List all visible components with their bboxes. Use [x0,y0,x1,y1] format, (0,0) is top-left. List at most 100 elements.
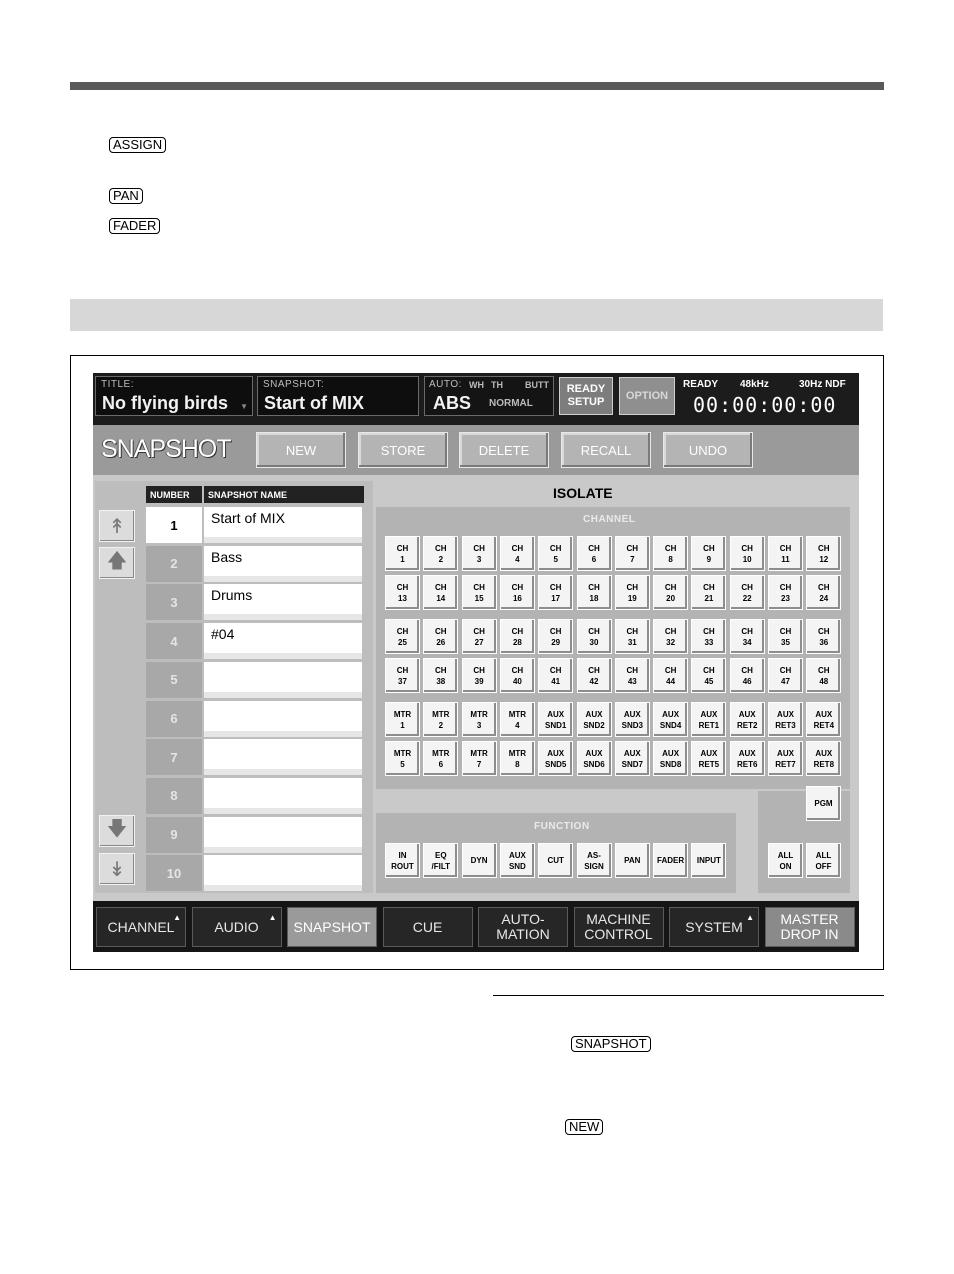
snapshot-name-5[interactable] [204,661,362,698]
pgm-button[interactable]: PGM [806,786,841,821]
isolate-key-aux-ret6[interactable]: AUX RET6 [729,741,765,776]
isolate-key-mtr-6[interactable]: MTR 6 [423,741,459,776]
function-key-input[interactable]: INPUT [691,843,727,878]
snapshot-number-1[interactable]: 1 [146,507,202,543]
snapshot-number-8[interactable]: 8 [146,777,202,814]
isolate-key-ch-29[interactable]: CH 29 [538,619,574,654]
all-on-button[interactable]: ALL ON [768,843,803,878]
isolate-key-ch-34[interactable]: CH 34 [729,619,765,654]
function-key-cut[interactable]: CUT [538,843,574,878]
snapshot-name-7[interactable] [204,739,362,776]
isolate-key-mtr-1[interactable]: MTR 1 [385,702,420,737]
isolate-key-ch-15[interactable]: CH 15 [461,575,497,610]
isolate-key-ch-25[interactable]: CH 25 [385,619,420,654]
isolate-key-mtr-7[interactable]: MTR 7 [461,741,497,776]
isolate-key-ch-32[interactable]: CH 32 [653,619,689,654]
isolate-key-aux-snd4[interactable]: AUX SND4 [653,702,689,737]
isolate-key-ch-28[interactable]: CH 28 [499,619,535,654]
isolate-key-ch-38[interactable]: CH 38 [423,658,459,693]
tab-system[interactable]: SYSTEM ▲ [669,907,759,947]
scroll-up-button[interactable]: 🡅 [99,547,135,579]
isolate-key-ch-21[interactable]: CH 21 [691,575,727,610]
isolate-key-ch-22[interactable]: CH 22 [729,575,765,610]
isolate-key-ch-2[interactable]: CH 2 [423,536,459,571]
snapshot-box[interactable]: SNAPSHOT: Start of MIX [257,376,419,416]
title-box[interactable]: TITLE: No flying birds ▼ [95,376,253,416]
isolate-key-ch-43[interactable]: CH 43 [614,658,650,693]
isolate-key-ch-39[interactable]: CH 39 [461,658,497,693]
snapshot-name-1[interactable]: Start of MIX [204,507,362,543]
isolate-key-aux-ret7[interactable]: AUX RET7 [768,741,803,776]
isolate-key-aux-snd2[interactable]: AUX SND2 [576,702,612,737]
recall-button[interactable]: RECALL [561,432,651,468]
isolate-key-ch-48[interactable]: CH 48 [806,658,842,693]
auto-box[interactable]: AUTO: WH TH BUTT ABS NORMAL [424,376,554,416]
snapshot-name-4[interactable]: #04 [204,623,362,660]
isolate-key-ch-4[interactable]: CH 4 [499,536,535,571]
isolate-key-ch-18[interactable]: CH 18 [576,575,612,610]
isolate-key-ch-26[interactable]: CH 26 [423,619,459,654]
function-key-assign[interactable]: AS- SIGN [576,843,612,878]
snapshot-number-5[interactable]: 5 [146,661,202,698]
isolate-key-ch-12[interactable]: CH 12 [806,536,842,571]
snapshot-number-6[interactable]: 6 [146,700,202,737]
function-key-eqfilt[interactable]: EQ/FILT [423,843,459,878]
snapshot-name-3[interactable]: Drums [204,584,362,621]
isolate-key-aux-ret4[interactable]: AUX RET4 [806,702,842,737]
undo-button[interactable]: UNDO [663,432,753,468]
isolate-key-ch-7[interactable]: CH 7 [614,536,650,571]
snapshot-number-3[interactable]: 3 [146,584,202,621]
delete-button[interactable]: DELETE [459,432,549,468]
snapshot-number-10[interactable]: 10 [146,855,202,892]
isolate-key-ch-8[interactable]: CH 8 [653,536,689,571]
isolate-key-ch-13[interactable]: CH 13 [385,575,420,610]
isolate-key-ch-45[interactable]: CH 45 [691,658,727,693]
isolate-key-ch-23[interactable]: CH 23 [768,575,803,610]
isolate-key-ch-5[interactable]: CH 5 [538,536,574,571]
isolate-key-ch-31[interactable]: CH 31 [614,619,650,654]
snapshot-name-6[interactable] [204,700,362,737]
store-button[interactable]: STORE [358,432,448,468]
isolate-key-ch-9[interactable]: CH 9 [691,536,727,571]
isolate-key-ch-3[interactable]: CH 3 [461,536,497,571]
isolate-key-ch-6[interactable]: CH 6 [576,536,612,571]
isolate-key-ch-40[interactable]: CH 40 [499,658,535,693]
isolate-key-mtr-2[interactable]: MTR 2 [423,702,459,737]
isolate-key-aux-snd8[interactable]: AUX SND8 [653,741,689,776]
isolate-key-ch-17[interactable]: CH 17 [538,575,574,610]
snapshot-name-9[interactable] [204,816,362,853]
isolate-key-ch-27[interactable]: CH 27 [461,619,497,654]
isolate-key-ch-42[interactable]: CH 42 [576,658,612,693]
isolate-key-ch-35[interactable]: CH 35 [768,619,803,654]
isolate-key-ch-44[interactable]: CH 44 [653,658,689,693]
tab-cue[interactable]: CUE [382,907,473,947]
isolate-key-ch-47[interactable]: CH 47 [768,658,803,693]
isolate-key-aux-ret2[interactable]: AUX RET2 [729,702,765,737]
new-button[interactable]: NEW [256,432,346,468]
isolate-key-aux-ret5[interactable]: AUX RET5 [691,741,727,776]
isolate-key-ch-10[interactable]: CH 10 [729,536,765,571]
isolate-key-aux-snd5[interactable]: AUX SND5 [538,741,574,776]
isolate-key-ch-24[interactable]: CH 24 [806,575,842,610]
function-key-dyn[interactable]: DYN [461,843,497,878]
tab-machine[interactable]: MACHINE CONTROL [573,907,664,947]
isolate-key-ch-11[interactable]: CH 11 [768,536,803,571]
page-top-button[interactable]: ↟ [99,510,135,542]
all-off-button[interactable]: ALL OFF [806,843,841,878]
isolate-key-mtr-3[interactable]: MTR 3 [461,702,497,737]
isolate-key-aux-ret3[interactable]: AUX RET3 [768,702,803,737]
isolate-key-ch-30[interactable]: CH 30 [576,619,612,654]
isolate-key-ch-19[interactable]: CH 19 [614,575,650,610]
isolate-key-ch-36[interactable]: CH 36 [806,619,842,654]
function-key-pan[interactable]: PAN [614,843,650,878]
isolate-key-ch-41[interactable]: CH 41 [538,658,574,693]
snapshot-name-10[interactable] [204,855,362,892]
isolate-key-aux-ret1[interactable]: AUX RET1 [691,702,727,737]
tab-audio[interactable]: AUDIO ▲ [191,907,282,947]
snapshot-number-7[interactable]: 7 [146,739,202,776]
isolate-key-aux-snd6[interactable]: AUX SND6 [576,741,612,776]
ready-setup-button[interactable]: READY SETUP [559,377,613,415]
tab-snapshot[interactable]: SNAPSHOT [287,907,377,947]
isolate-key-mtr-5[interactable]: MTR 5 [385,741,420,776]
isolate-key-aux-snd1[interactable]: AUX SND1 [538,702,574,737]
